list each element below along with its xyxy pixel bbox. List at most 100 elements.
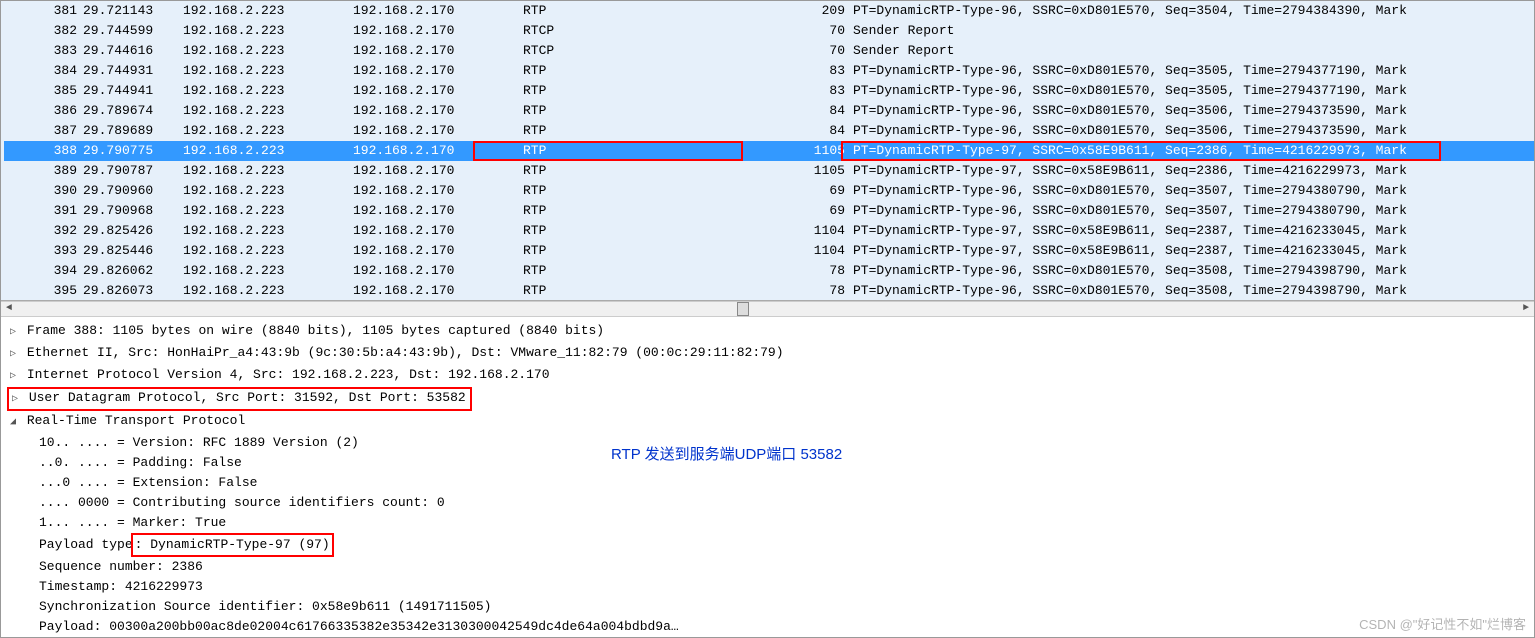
- col-destination: 192.168.2.170: [349, 141, 519, 161]
- rtp-timestamp[interactable]: Timestamp: 4216229973: [7, 577, 1528, 597]
- col-protocol: RTCP: [519, 21, 799, 41]
- rtp-marker[interactable]: 1... .... = Marker: True: [7, 513, 1528, 533]
- col-protocol: RTP: [519, 221, 799, 241]
- rtp-payload-type[interactable]: Payload type: DynamicRTP-Type-97 (97): [7, 533, 1528, 557]
- tree-udp[interactable]: ▷ User Datagram Protocol, Src Port: 3159…: [7, 387, 1528, 411]
- packet-row[interactable]: 38129.721143192.168.2.223192.168.2.170RT…: [1, 1, 1534, 21]
- tree-eth-text: Ethernet II, Src: HonHaiPr_a4:43:9b (9c:…: [27, 345, 784, 360]
- packet-row[interactable]: 38429.744931192.168.2.223192.168.2.170RT…: [1, 61, 1534, 81]
- rtp-extension[interactable]: ...0 .... = Extension: False: [7, 473, 1528, 493]
- col-source: 192.168.2.223: [179, 261, 349, 281]
- tree-rtp-text: Real-Time Transport Protocol: [27, 413, 245, 428]
- packet-row[interactable]: 38329.744616192.168.2.223192.168.2.170RT…: [1, 41, 1534, 61]
- col-no: 381: [24, 1, 79, 21]
- col-time: 29.790960: [79, 181, 179, 201]
- expand-icon[interactable]: ▷: [7, 367, 19, 387]
- col-destination: 192.168.2.170: [349, 81, 519, 101]
- col-no: 388: [24, 141, 79, 161]
- highlight-payload-type: : DynamicRTP-Type-97 (97): [131, 533, 334, 557]
- scroll-left-icon[interactable]: ◄: [1, 302, 17, 316]
- scroll-right-icon[interactable]: ►: [1518, 302, 1534, 316]
- tree-frame-text: Frame 388: 1105 bytes on wire (8840 bits…: [27, 323, 604, 338]
- col-destination: 192.168.2.170: [349, 281, 519, 301]
- col-source: 192.168.2.223: [179, 221, 349, 241]
- packet-row[interactable]: 39429.826062192.168.2.223192.168.2.170RT…: [1, 261, 1534, 281]
- col-source: 192.168.2.223: [179, 101, 349, 121]
- tree-ip[interactable]: ▷ Internet Protocol Version 4, Src: 192.…: [7, 365, 1528, 387]
- expand-icon[interactable]: ▷: [7, 345, 19, 365]
- tree-udp-text: User Datagram Protocol, Src Port: 31592,…: [29, 390, 466, 405]
- col-length: 69: [799, 201, 849, 221]
- col-source: 192.168.2.223: [179, 241, 349, 261]
- col-source: 192.168.2.223: [179, 1, 349, 21]
- col-protocol: RTP: [519, 261, 799, 281]
- packet-row[interactable]: 39229.825426192.168.2.223192.168.2.170RT…: [1, 221, 1534, 241]
- tree-ip-text: Internet Protocol Version 4, Src: 192.16…: [27, 367, 550, 382]
- rtp-payload[interactable]: Payload: 00300a200bb00ac8de02004c6176633…: [7, 617, 1528, 637]
- col-no: 390: [24, 181, 79, 201]
- col-protocol: RTP: [519, 81, 799, 101]
- col-info: PT=DynamicRTP-Type-97, SSRC=0x58E9B611, …: [849, 141, 1534, 161]
- col-time: 29.790968: [79, 201, 179, 221]
- packet-row[interactable]: 39129.790968192.168.2.223192.168.2.170RT…: [1, 201, 1534, 221]
- col-source: 192.168.2.223: [179, 81, 349, 101]
- col-destination: 192.168.2.170: [349, 41, 519, 61]
- col-length: 209: [799, 1, 849, 21]
- rtp-csrc[interactable]: .... 0000 = Contributing source identifi…: [7, 493, 1528, 513]
- packet-details-pane[interactable]: ▷ Frame 388: 1105 bytes on wire (8840 bi…: [1, 317, 1534, 637]
- col-protocol: RTP: [519, 121, 799, 141]
- packet-row[interactable]: 39529.826073192.168.2.223192.168.2.170RT…: [1, 281, 1534, 301]
- col-no: 394: [24, 261, 79, 281]
- col-info: PT=DynamicRTP-Type-96, SSRC=0xD801E570, …: [849, 81, 1534, 101]
- expand-icon[interactable]: ▷: [9, 391, 21, 409]
- col-time: 29.826073: [79, 281, 179, 301]
- packet-row[interactable]: 38629.789674192.168.2.223192.168.2.170RT…: [1, 101, 1534, 121]
- annotation-text: RTP 发送到服务端UDP端口 53582: [611, 445, 842, 465]
- packet-row[interactable]: 39029.790960192.168.2.223192.168.2.170RT…: [1, 181, 1534, 201]
- rtp-ssrc[interactable]: Synchronization Source identifier: 0x58e…: [7, 597, 1528, 617]
- col-protocol: RTP: [519, 281, 799, 301]
- packet-row[interactable]: 39329.825446192.168.2.223192.168.2.170RT…: [1, 241, 1534, 261]
- col-time: 29.744931: [79, 61, 179, 81]
- col-length: 70: [799, 21, 849, 41]
- col-no: 385: [24, 81, 79, 101]
- tree-rtp[interactable]: ◢ Real-Time Transport Protocol: [7, 411, 1528, 433]
- packet-row[interactable]: 38529.744941192.168.2.223192.168.2.170RT…: [1, 81, 1534, 101]
- col-info: PT=DynamicRTP-Type-96, SSRC=0xD801E570, …: [849, 261, 1534, 281]
- packet-row[interactable]: 38729.789689192.168.2.223192.168.2.170RT…: [1, 121, 1534, 141]
- rtp-pt-label: Payload type: [39, 537, 133, 552]
- packet-row[interactable]: 38829.790775192.168.2.223192.168.2.170RT…: [1, 141, 1534, 161]
- col-no: 391: [24, 201, 79, 221]
- col-source: 192.168.2.223: [179, 201, 349, 221]
- tree-ethernet[interactable]: ▷ Ethernet II, Src: HonHaiPr_a4:43:9b (9…: [7, 343, 1528, 365]
- col-no: 382: [24, 21, 79, 41]
- hscrollbar[interactable]: ◄ ►: [1, 301, 1534, 317]
- scroll-thumb[interactable]: [737, 302, 749, 316]
- col-time: 29.721143: [79, 1, 179, 21]
- col-length: 1104: [799, 241, 849, 261]
- packet-list-pane[interactable]: 38129.721143192.168.2.223192.168.2.170RT…: [1, 1, 1534, 301]
- col-time: 29.790787: [79, 161, 179, 181]
- col-protocol: RTP: [519, 141, 799, 161]
- col-destination: 192.168.2.170: [349, 181, 519, 201]
- rtp-seq[interactable]: Sequence number: 2386: [7, 557, 1528, 577]
- col-info: PT=DynamicRTP-Type-96, SSRC=0xD801E570, …: [849, 121, 1534, 141]
- col-protocol: RTP: [519, 201, 799, 221]
- col-info: PT=DynamicRTP-Type-96, SSRC=0xD801E570, …: [849, 281, 1534, 301]
- col-destination: 192.168.2.170: [349, 241, 519, 261]
- col-destination: 192.168.2.170: [349, 121, 519, 141]
- packet-row[interactable]: 38229.744599192.168.2.223192.168.2.170RT…: [1, 21, 1534, 41]
- packet-row[interactable]: 38929.790787192.168.2.223192.168.2.170RT…: [1, 161, 1534, 181]
- col-time: 29.744941: [79, 81, 179, 101]
- tree-frame[interactable]: ▷ Frame 388: 1105 bytes on wire (8840 bi…: [7, 321, 1528, 343]
- col-info: PT=DynamicRTP-Type-96, SSRC=0xD801E570, …: [849, 1, 1534, 21]
- collapse-icon[interactable]: ◢: [7, 413, 19, 433]
- col-source: 192.168.2.223: [179, 21, 349, 41]
- col-no: 384: [24, 61, 79, 81]
- col-info: PT=DynamicRTP-Type-97, SSRC=0x58E9B611, …: [849, 221, 1534, 241]
- col-destination: 192.168.2.170: [349, 21, 519, 41]
- col-time: 29.744599: [79, 21, 179, 41]
- expand-icon[interactable]: ▷: [7, 323, 19, 343]
- col-length: 84: [799, 101, 849, 121]
- col-no: 392: [24, 221, 79, 241]
